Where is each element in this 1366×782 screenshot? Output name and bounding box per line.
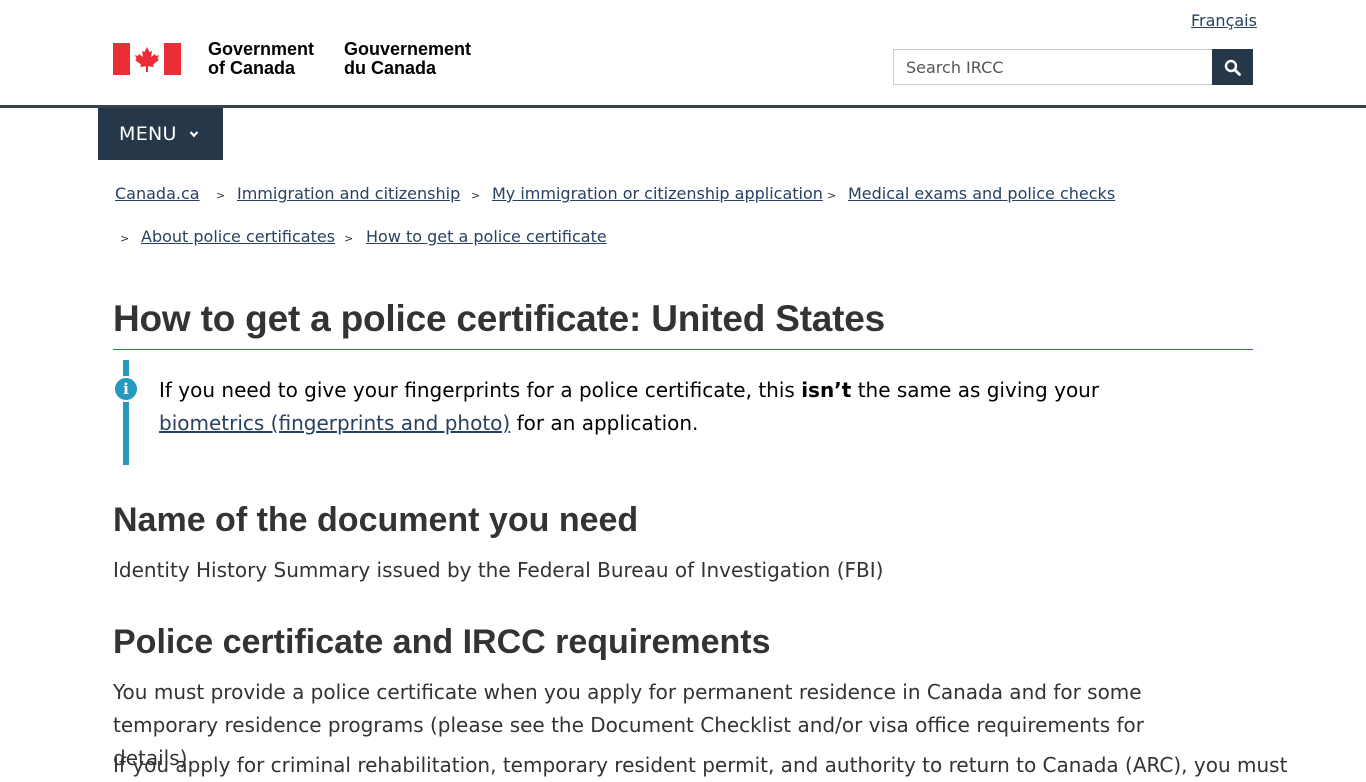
search-icon xyxy=(1224,59,1241,76)
alert-text-middle: the same as giving your xyxy=(851,378,1100,402)
wordmark-en-line1: Government xyxy=(208,39,315,59)
breadcrumb-canada[interactable]: Canada.ca xyxy=(115,184,200,203)
menu-button[interactable]: MENU xyxy=(98,108,223,160)
document-name-text: Identity History Summary issued by the F… xyxy=(113,558,884,582)
wordmark-french: Gouvernement du Canada xyxy=(344,40,471,78)
breadcrumb-separator: > xyxy=(344,232,354,245)
requirements-text-2: If you apply for criminal rehabilitation… xyxy=(113,753,1288,777)
language-toggle-link[interactable]: Français xyxy=(1191,11,1257,30)
search-input[interactable] xyxy=(893,49,1213,85)
page-title: How to get a police certificate: United … xyxy=(113,298,886,339)
breadcrumb-immigration[interactable]: Immigration and citizenship xyxy=(237,184,460,203)
biometrics-link[interactable]: biometrics (fingerprints and photo) xyxy=(159,411,510,435)
breadcrumb-my-application[interactable]: My immigration or citizenship applicatio… xyxy=(492,184,823,203)
alert-text-before: If you need to give your fingerprints fo… xyxy=(159,378,802,402)
info-alert-text: If you need to give your fingerprints fo… xyxy=(159,374,1169,440)
chevron-down-icon xyxy=(189,131,199,138)
wordmark-en-line2: of Canada xyxy=(208,58,296,78)
search-button[interactable] xyxy=(1212,49,1253,85)
wordmark-fr-line2: du Canada xyxy=(344,58,437,78)
breadcrumb-separator: > xyxy=(827,189,837,202)
wordmark-english: Government of Canada xyxy=(208,40,314,78)
alert-text-after: for an application. xyxy=(510,411,699,435)
breadcrumb-medical-exams[interactable]: Medical exams and police checks xyxy=(848,184,1115,203)
wordmark-fr-line1: Gouvernement xyxy=(344,39,472,59)
breadcrumb-about-police-certificates[interactable]: About police certificates xyxy=(141,227,335,246)
section-heading-requirements: Police certificate and IRCC requirements xyxy=(113,623,771,661)
title-underline xyxy=(113,349,1253,350)
breadcrumb-how-to-get[interactable]: How to get a police certificate xyxy=(366,227,607,246)
breadcrumb-separator: > xyxy=(216,189,226,202)
breadcrumb-separator: > xyxy=(120,232,130,245)
section-heading-document-name: Name of the document you need xyxy=(113,501,639,539)
info-icon: i xyxy=(113,376,139,402)
breadcrumb-separator: > xyxy=(471,189,481,202)
alert-text-bold: isn’t xyxy=(801,378,852,402)
menu-label: MENU xyxy=(119,123,177,145)
canada-flag-logo xyxy=(113,43,181,75)
